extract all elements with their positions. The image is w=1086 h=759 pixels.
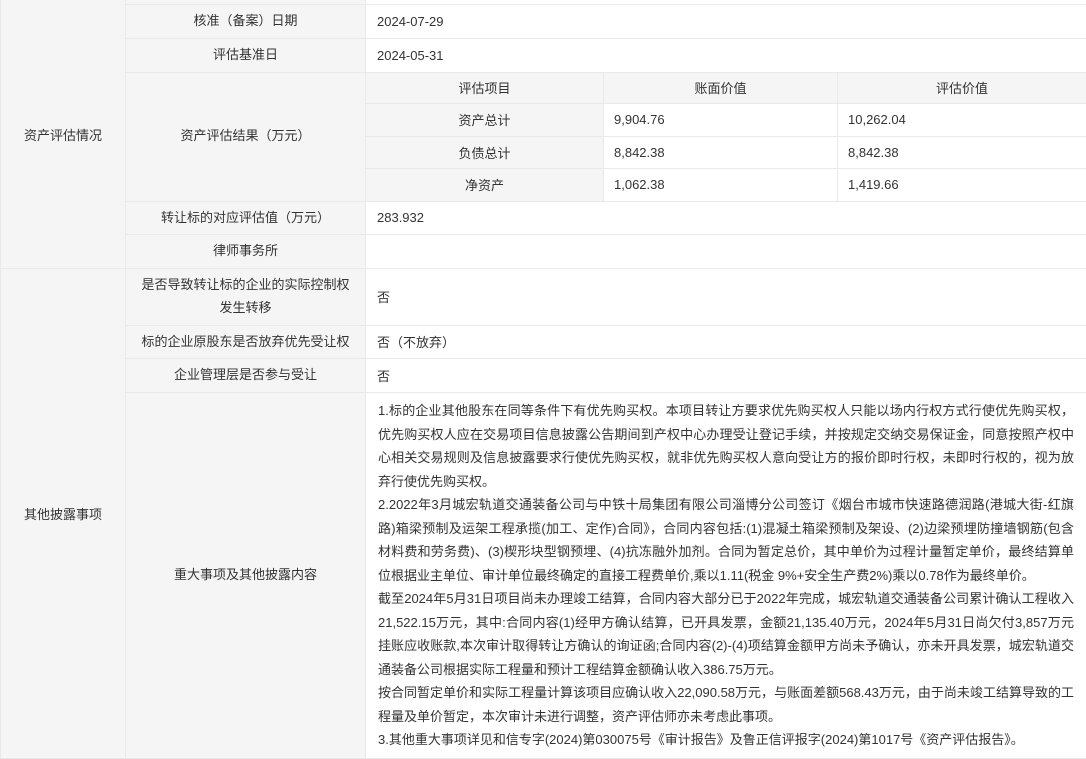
disclosure-paragraph: 截至2024年5月31日项目尚未办理竣工结算，合同内容大部分已于2022年完成，… [378,587,1074,681]
table-row: 评估基准日 2024-05-31 [1,38,1086,72]
table-row: 律师事务所 [1,235,1086,269]
subtable-header-assessed-value: 评估价值 [838,72,1086,103]
disclosure-paragraph: 3.其他重大事项详见和信专字(2024)第030075号《审计报告》及鲁正信评报… [378,728,1074,752]
subtable-item-total-assets: 资产总计 [366,103,604,136]
table-row: 转让标的对应评估值（万元） 283.932 [1,201,1086,235]
row-label-major-disclosure: 重大事项及其他披露内容 [126,393,366,759]
row-label-law-firm: 律师事务所 [126,235,366,269]
row-value-base-date: 2024-05-31 [366,38,1086,72]
row-value-law-firm [366,235,1086,269]
subtable-header-book-value: 账面价值 [604,72,838,103]
subtable-assessed-total-assets: 10,262.04 [838,103,1086,136]
row-label-management-participation: 企业管理层是否参与受让 [126,359,366,393]
row-value-major-disclosure: 1.标的企业其他股东在同等条件下有优先购买权。本项目转让方要求优先购买权人只能以… [366,393,1086,759]
section-label-asset-valuation: 资产评估情况 [1,0,126,269]
subtable-book-net-assets: 1,062.38 [604,168,838,201]
subtable-book-total-assets: 9,904.76 [604,103,838,136]
subtable-item-total-liabilities: 负债总计 [366,136,604,168]
row-value-transfer-valuation: 283.932 [366,201,1086,235]
row-value-control-transfer: 否 [366,269,1086,326]
subtable-assessed-total-liabilities: 8,842.38 [838,136,1086,168]
row-label-transfer-valuation: 转让标的对应评估值（万元） [126,201,366,235]
row-value-approval-date: 2024-07-29 [366,5,1086,39]
disclosure-table: 资产评估情况 核准（备案）日期 2024-07-29 评估基准日 2024-05… [0,0,1086,759]
table-row: 核准（备案）日期 2024-07-29 [1,5,1086,39]
row-label-valuation-result: 资产评估结果（万元） [126,72,366,201]
subtable-assessed-net-assets: 1,419.66 [838,168,1086,201]
table-row: 重大事项及其他披露内容 1.标的企业其他股东在同等条件下有优先购买权。本项目转让… [1,393,1086,759]
table-row: 标的企业原股东是否放弃优先受让权 否（不放弃） [1,325,1086,359]
table-row: 其他披露事项 是否导致转让标的企业的实际控制权发生转移 否 [1,269,1086,326]
table-row: 资产评估结果（万元） 评估项目 账面价值 评估价值 [1,72,1086,103]
row-label-control-transfer: 是否导致转让标的企业的实际控制权发生转移 [126,269,366,326]
table-row: 企业管理层是否参与受让 否 [1,359,1086,393]
row-label-preemptive-right-waiver: 标的企业原股东是否放弃优先受让权 [126,325,366,359]
row-value-management-participation: 否 [366,359,1086,393]
disclosure-paragraph: 2.2022年3月城宏轨道交通装备公司与中铁十局集团有限公司淄博分公司签订《烟台… [378,493,1074,587]
row-value-preemptive-right-waiver: 否（不放弃） [366,325,1086,359]
subtable-header-item: 评估项目 [366,72,604,103]
subtable-item-net-assets: 净资产 [366,168,604,201]
row-label-approval-date: 核准（备案）日期 [126,5,366,39]
row-label-base-date: 评估基准日 [126,38,366,72]
section-label-other-disclosure: 其他披露事项 [1,269,126,759]
subtable-book-total-liabilities: 8,842.38 [604,136,838,168]
disclosure-paragraph: 按合同暂定单价和实际工程量计算该项目应确认收入22,090.58万元，与账面差额… [378,681,1074,728]
disclosure-paragraph: 1.标的企业其他股东在同等条件下有优先购买权。本项目转让方要求优先购买权人只能以… [378,399,1074,493]
